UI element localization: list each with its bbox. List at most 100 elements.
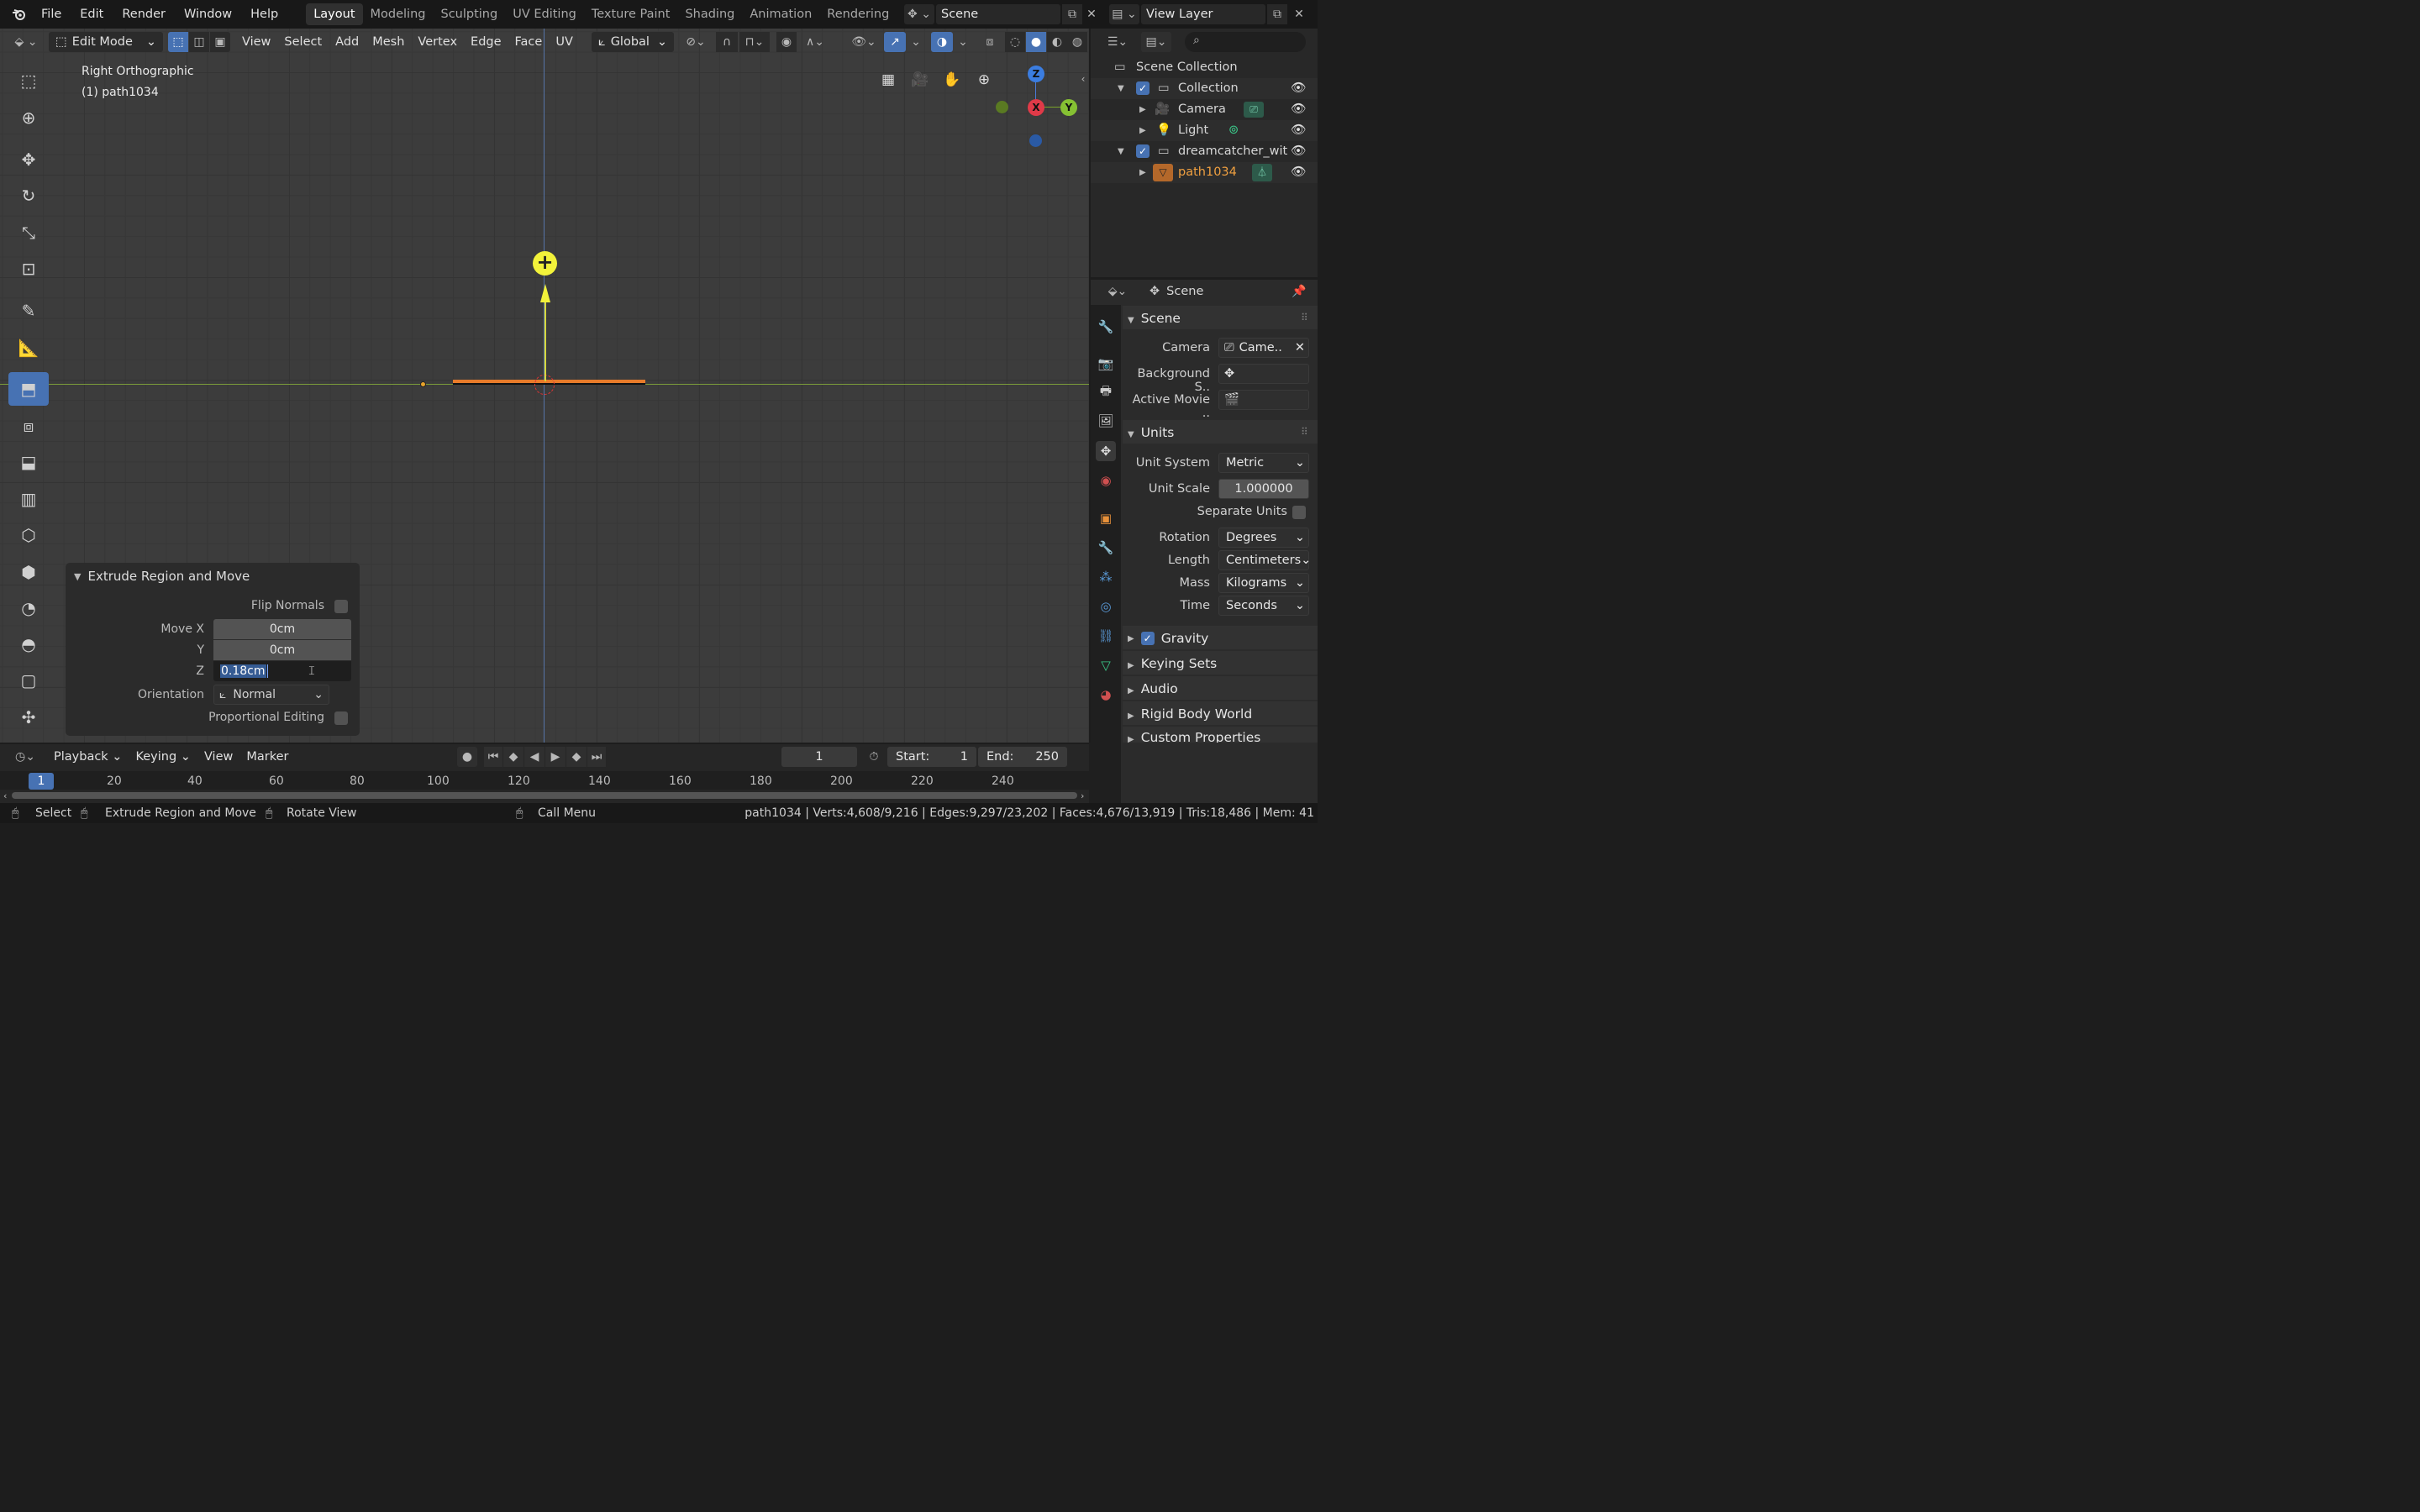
view-layer-field[interactable]: View Layer [1141, 4, 1265, 24]
keying-sets-section-title[interactable]: ▶ Keying Sets [1128, 656, 1217, 671]
end-frame-field[interactable]: End: 250 [978, 747, 1067, 767]
rendered-shading-icon[interactable]: ◍ [1067, 32, 1087, 52]
dreamcatcher-checkbox[interactable]: ✓ [1136, 144, 1150, 158]
outliner-row-path1034[interactable]: ▶ ▽ path1034 ⏃ 👁 [1091, 162, 1318, 183]
measure-icon[interactable]: 📐 [8, 331, 49, 365]
snap-target-icon[interactable]: ⊓⌄ [739, 32, 770, 52]
view-layer-selector-icon[interactable]: ▤ ⌄ [1109, 4, 1139, 24]
scale-icon[interactable]: ⤡ [8, 216, 49, 249]
extrude-arrow-icon[interactable] [539, 283, 552, 303]
menu-view[interactable]: View [197, 747, 239, 767]
eye-icon[interactable]: 👁 [1291, 141, 1306, 162]
vertex-select-icon[interactable]: ⬚ [168, 32, 188, 52]
wireframe-shading-icon[interactable]: ◌ [1005, 32, 1025, 52]
gizmo-y-axis[interactable]: Y [1060, 99, 1077, 116]
grid-toggle-icon[interactable]: ▦ [876, 67, 901, 92]
mesh-vertex[interactable] [420, 381, 426, 387]
camera-data-icon[interactable]: ⎚ [1244, 102, 1264, 118]
scene-tab-icon[interactable]: ✥ [1096, 441, 1116, 461]
move-y-field[interactable]: 0cm [213, 640, 351, 660]
modifier-tab-icon[interactable]: 🔧 [1096, 538, 1116, 558]
next-keyframe-icon[interactable]: ◆ [566, 747, 587, 767]
xray-icon[interactable]: ⧈ [980, 32, 1000, 52]
delete-scene-icon[interactable]: ✕ [1082, 4, 1101, 24]
inset-faces-icon[interactable]: ⧈ [8, 409, 49, 443]
gizmo-neg-y-axis[interactable] [996, 101, 1008, 113]
edge-select-icon[interactable]: ◫ [189, 32, 209, 52]
menu-render[interactable]: Render [113, 0, 175, 29]
menu-add[interactable]: Add [329, 32, 366, 52]
particles-tab-icon[interactable]: ⁂ [1096, 567, 1116, 587]
playhead[interactable]: 1 [29, 773, 54, 790]
menu-marker[interactable]: Marker [239, 747, 295, 767]
blender-logo-icon[interactable] [7, 0, 32, 29]
pin-icon[interactable]: 📌 [1289, 281, 1309, 302]
outliner-editor-type-icon[interactable]: ☰⌄ [1102, 32, 1133, 52]
redo-panel-header[interactable]: ▼ Extrude Region and Move [74, 568, 250, 585]
menu-uv[interactable]: UV [549, 32, 580, 52]
rotate-icon[interactable]: ↻ [8, 179, 49, 213]
outliner-row-scene-collection[interactable]: ▭ Scene Collection [1091, 57, 1318, 78]
menu-view[interactable]: View [235, 32, 277, 52]
mass-dropdown[interactable]: Kilograms ⌄ [1218, 573, 1309, 593]
mesh-data-icon[interactable]: ⏃ [1252, 164, 1272, 181]
delete-view-layer-icon[interactable]: ✕ [1289, 4, 1309, 24]
world-tab-icon[interactable]: ◉ [1096, 470, 1116, 491]
timeline-editor-type-icon[interactable]: ◷⌄ [10, 747, 40, 767]
eye-icon[interactable]: 👁 [1291, 78, 1306, 99]
menu-select[interactable]: Select [277, 32, 329, 52]
transform-orientation-dropdown[interactable]: ⟀ Global ⌄ [592, 32, 674, 52]
mode-dropdown[interactable]: ⬚ Edit Mode ⌄ [49, 32, 163, 52]
start-frame-field[interactable]: Start: 1 [887, 747, 976, 767]
spin-icon[interactable]: ◔ [8, 591, 49, 625]
proportional-editing-icon[interactable]: ◉ [776, 32, 797, 52]
audio-section-title[interactable]: ▶ Audio [1128, 681, 1178, 696]
menu-edge[interactable]: Edge [464, 32, 508, 52]
menu-mesh[interactable]: Mesh [366, 32, 411, 52]
falloff-icon[interactable]: ∧⌄ [798, 32, 832, 52]
loop-cut-icon[interactable]: ▥ [8, 482, 49, 516]
constraints-tab-icon[interactable]: ⛓ [1096, 626, 1116, 646]
eye-icon[interactable]: 👁 [1291, 162, 1306, 183]
menu-edit[interactable]: Edit [71, 0, 113, 29]
chevron-down-icon[interactable]: ⌄ [955, 32, 971, 52]
jump-start-icon[interactable]: ⏮ [484, 747, 502, 767]
extrude-plus-icon[interactable]: + [533, 251, 557, 276]
gizmo-neg-z-axis[interactable] [1029, 134, 1042, 147]
face-select-icon[interactable]: ▣ [210, 32, 230, 52]
rigid-body-world-section-title[interactable]: ▶ Rigid Body World [1128, 706, 1252, 722]
scroll-left-icon[interactable]: ‹ [3, 790, 7, 801]
snap-icon[interactable]: ∩ [716, 32, 738, 52]
scene-name-field[interactable]: Scene [936, 4, 1060, 24]
outliner-search-input[interactable]: ⌕ [1185, 32, 1306, 52]
move-icon[interactable]: ✥ [8, 143, 49, 176]
tab-layout[interactable]: Layout [306, 3, 363, 25]
record-icon[interactable]: ● [457, 747, 477, 767]
data-tab-icon[interactable]: ▽ [1096, 655, 1116, 675]
new-scene-icon[interactable]: ⧉ [1062, 4, 1082, 24]
render-tab-icon[interactable]: 📷 [1096, 354, 1116, 374]
shear-icon[interactable]: ✣ [8, 701, 49, 734]
camera-view-icon[interactable]: 🎥 [908, 67, 933, 92]
tab-modeling[interactable]: Modeling [363, 3, 434, 25]
outliner-row-camera[interactable]: ▶ 🎥 Camera ⎚ 👁 [1091, 99, 1318, 120]
overlays-icon[interactable]: ◑ [931, 32, 953, 52]
jump-end-icon[interactable]: ⏭ [587, 747, 606, 767]
length-dropdown[interactable]: Centimeters ⌄ [1218, 550, 1311, 570]
annotate-icon[interactable]: ✎ [8, 294, 49, 328]
play-icon[interactable]: ▶ [545, 747, 566, 767]
collection-checkbox[interactable]: ✓ [1136, 81, 1150, 95]
unit-scale-field[interactable]: 1.000000 [1218, 479, 1309, 499]
menu-keying[interactable]: Keying ⌄ [129, 747, 197, 767]
proportional-editing-checkbox[interactable] [334, 711, 348, 725]
drag-handle-icon[interactable]: ⠿ [1301, 312, 1308, 323]
outliner-row-light[interactable]: ▶ 💡 Light ⊚ 👁 [1091, 120, 1318, 141]
transform-icon[interactable]: ⊡ [8, 252, 49, 286]
physics-tab-icon[interactable]: ◎ [1096, 596, 1116, 617]
menu-playback[interactable]: Playback ⌄ [47, 747, 129, 767]
move-x-field[interactable]: 0cm [213, 619, 351, 639]
rotation-dropdown[interactable]: Degrees ⌄ [1218, 528, 1309, 548]
visibility-icon[interactable]: 👁⌄ [849, 32, 879, 52]
extrude-region-icon[interactable]: ⬒ [8, 372, 49, 406]
gizmo-toggle-icon[interactable]: ↗ [884, 32, 906, 52]
